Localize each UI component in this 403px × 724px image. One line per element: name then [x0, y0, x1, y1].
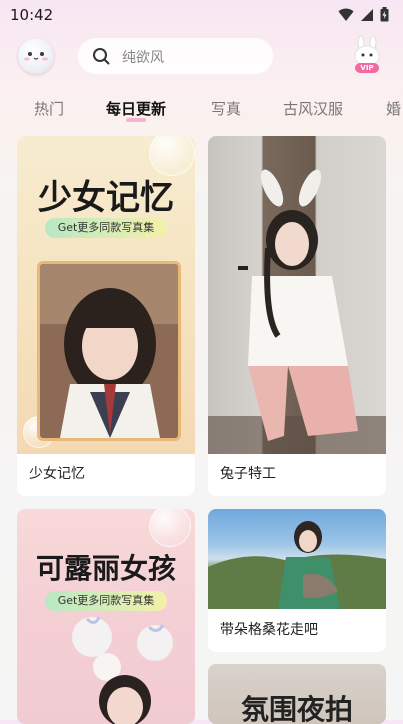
gesang-flower-photo [208, 521, 386, 609]
bunny-girl-photo [208, 169, 386, 454]
wifi-icon [338, 8, 354, 21]
poster-pill: Get更多同款写真集 [45, 591, 167, 611]
face-icon [24, 52, 48, 61]
card-poster: 少女记忆 Get更多同款写真集 [17, 136, 195, 454]
status-icons [338, 7, 389, 22]
search-placeholder: 纯欲风 [122, 50, 164, 66]
card-caption: 兔子特工 [220, 466, 276, 482]
tab-hot[interactable]: 热门 [34, 98, 64, 119]
category-tabs: 热门 每日更新 写真 古风汉服 婚 [0, 96, 403, 122]
tab-hanfu[interactable]: 古风汉服 [283, 98, 343, 119]
card-gesanghua[interactable]: 带朵格桑花走吧 [208, 509, 386, 652]
card-photo [208, 136, 386, 454]
search-bar[interactable]: 纯欲风 [78, 38, 273, 74]
tab-indicator [126, 118, 146, 122]
card-shaonv-jiyi[interactable]: 少女记忆 Get更多同款写真集 少女记忆 [17, 136, 195, 496]
poster-title: 氛围夜拍 [240, 693, 353, 724]
poster-title: 少女记忆 [38, 178, 174, 218]
bubble-decoration [149, 509, 191, 547]
status-bar: 10:42 [0, 0, 403, 30]
girl-portrait [40, 264, 178, 438]
card-tuzi-tegong[interactable]: 兔子特工 [208, 136, 386, 496]
card-kelouli-nvhai[interactable]: 可露丽女孩 Get更多同款写真集 [17, 509, 195, 724]
card-poster: 可露丽女孩 Get更多同款写真集 [17, 509, 195, 724]
avatar[interactable] [18, 38, 54, 74]
search-icon [93, 48, 110, 65]
tab-wedding[interactable]: 婚 [386, 98, 401, 119]
card-poster: 氛围夜拍 [208, 664, 386, 724]
tab-daily-update[interactable]: 每日更新 [106, 98, 166, 119]
vip-label: VIP [360, 64, 374, 72]
card-caption: 少女记忆 [29, 466, 85, 482]
poster-title: 可露丽女孩 [35, 552, 176, 585]
card-photo [208, 509, 386, 609]
top-bar: 纯欲风 VIP [0, 35, 403, 78]
poster-pill: Get更多同款写真集 [45, 218, 167, 238]
tab-photo[interactable]: 写真 [211, 98, 241, 119]
vip-button[interactable]: VIP [350, 35, 384, 76]
signal-icon [361, 8, 373, 21]
card-fenwei-yepai[interactable]: 氛围夜拍 [208, 664, 386, 724]
balloon-girl-photo [72, 616, 173, 724]
battery-icon [380, 7, 389, 22]
portrait-photo [37, 261, 181, 441]
status-time: 10:42 [10, 6, 54, 24]
card-caption: 带朵格桑花走吧 [220, 622, 318, 638]
